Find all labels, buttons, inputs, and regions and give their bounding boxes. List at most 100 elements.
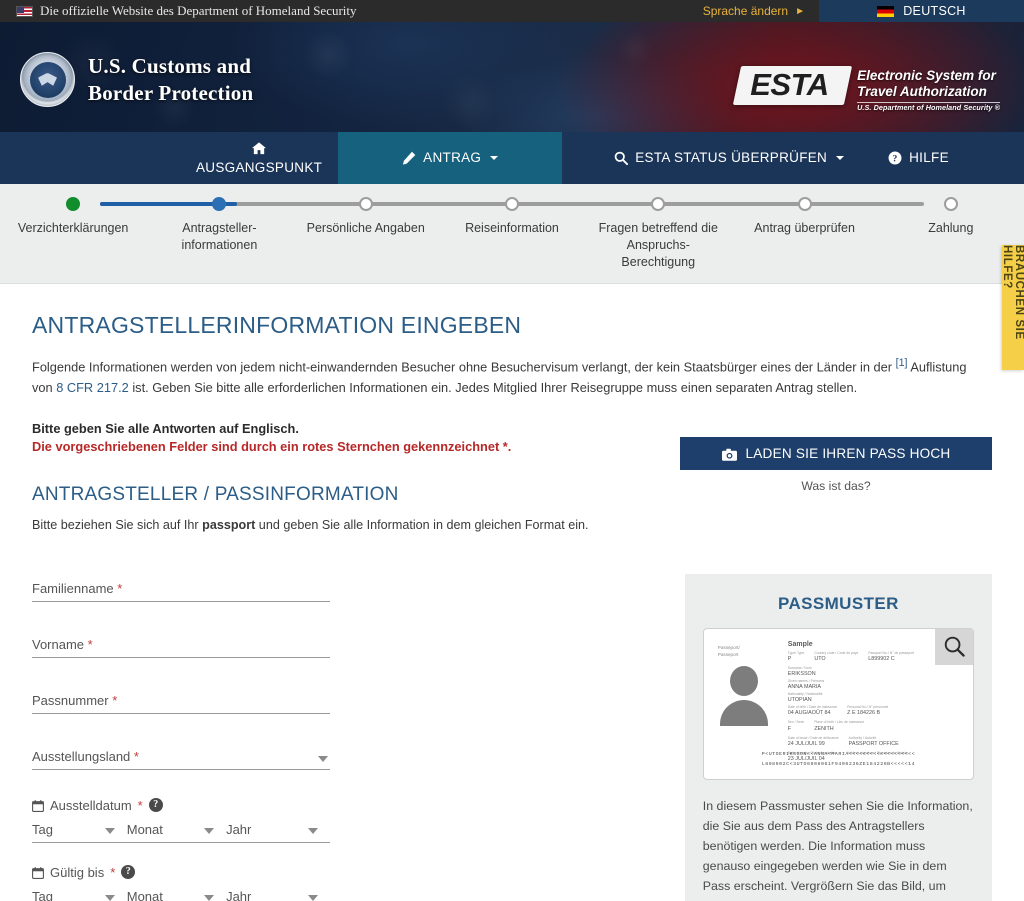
passport-sample-image[interactable]: Passeport/ Passeport Sample Type/ Type P…	[702, 627, 974, 780]
form-col-left-2: Passnummer *	[32, 686, 356, 742]
current-language-selector[interactable]: DEUTSCH	[819, 0, 1024, 22]
nav-item-check-status[interactable]: ESTA STATUS ÜBERPRÜFEN	[592, 132, 866, 184]
passport-value: UTO	[814, 655, 826, 662]
question-mark-icon[interactable]: ?	[148, 798, 163, 813]
esta-tagline: Electronic System for Travel Authorizati…	[857, 66, 1000, 113]
esta-logo[interactable]: ESTA Electronic System for Travel Author…	[732, 66, 1000, 113]
step-label: Persönliche Angaben	[306, 221, 425, 235]
chevron-down-icon	[104, 827, 115, 834]
progress-step-eligibility[interactable]: Fragen betreffend die Anspruchs-Berechti…	[585, 184, 731, 271]
nav-item-check-status-label: ESTA STATUS ÜBERPRÜFEN	[635, 149, 828, 165]
question-mark-icon[interactable]: ?	[121, 865, 136, 880]
family-name-label: Familienname *	[32, 580, 123, 596]
passport-row: Date of issue / Date de délivrance 24 JU…	[788, 736, 963, 749]
passport-value: ERIKSSON	[787, 671, 816, 678]
field-issuing-country: Ausstellungsland *	[32, 742, 330, 770]
chevron-down-icon	[104, 894, 115, 901]
section-sub-part2: und geben Sie alle Information in dem gl…	[255, 517, 589, 532]
issuing-country-select[interactable]: Ausstellungsland *	[32, 742, 330, 770]
cfr-link[interactable]: 8 CFR 217.2	[56, 380, 129, 395]
step-label: Verzichterklärungen	[17, 221, 129, 235]
camera-icon	[721, 446, 737, 461]
intro-text-part1: Folgende Informationen werden von jedem …	[32, 359, 896, 375]
expiry-date-day-value: Tag	[32, 888, 53, 901]
main-navigation: AUSGANGSPUNKT ANTRAG ESTA STATUS ÜBERPRÜ…	[0, 132, 1024, 184]
passport-data-column: Sample Type/ Type P Country code / Code …	[788, 641, 963, 767]
passport-field-passport-no: Passport No./ N° de passeport L899902 C	[868, 651, 914, 664]
german-flag-icon	[877, 5, 895, 17]
step-label: Zahlung	[928, 221, 974, 235]
intro-paragraph: Folgende Informationen werden von jedem …	[32, 355, 984, 399]
form-col-left-1: Familienname *	[32, 574, 356, 630]
passport-number-input[interactable]: Passnummer *	[32, 686, 330, 714]
upload-passport-box: LADEN SIE IHREN PASS HOCH Was ist das?	[680, 437, 992, 495]
intro-text-part3: ist. Geben Sie bitte alle erforderlichen…	[128, 379, 858, 395]
field-expiry-date: Gültig bis * ? Tag Monat Jahr	[32, 865, 330, 901]
passport-value: 24 JUL/JUIL 99	[787, 740, 825, 747]
field-family-name: Familienname *	[32, 574, 330, 602]
expiry-date-label: Gültig bis	[50, 864, 105, 880]
chevron-down-icon	[318, 755, 328, 762]
passport-value: 04 AUG/AOÛT 84	[787, 710, 831, 717]
note-answer-in-english: Bitte geben Sie alle Antworten auf Engli…	[32, 420, 299, 436]
chevron-down-icon	[204, 827, 215, 834]
form-col-right-2: Ausstellungsland *	[32, 742, 356, 798]
progress-steps: Verzichterklärungen Antragsteller-inform…	[0, 184, 1024, 271]
chevron-down-icon	[836, 156, 845, 160]
dhs-seal-icon	[20, 52, 75, 107]
progress-step-applicant-info[interactable]: Antragsteller-informationen	[146, 184, 292, 271]
section-sub-bold: passport	[202, 517, 256, 532]
progress-step-review[interactable]: Antrag überprüfen	[731, 184, 877, 271]
passport-field-date-of-issue: Date of issue / Date de délivrance 24 JU…	[788, 736, 839, 749]
esta-wordmark-box: ESTA	[732, 66, 853, 105]
expiry-date-month-select[interactable]: Monat	[127, 889, 226, 901]
passport-mrz-line1: P<UTOERIKSSON<<ANNA<MARIA<<<<<<<<<<<<<<<…	[761, 752, 916, 758]
gov-top-bar: Die offizielle Website des Department of…	[0, 0, 1024, 22]
step-dot	[504, 197, 519, 211]
nav-item-application[interactable]: ANTRAG	[338, 132, 563, 184]
passport-field-given-names: Given names / Prénoms ANNA MARIA	[788, 679, 963, 692]
issue-date-month-select[interactable]: Monat	[127, 822, 226, 837]
nav-item-help[interactable]: ? HILFE	[866, 132, 971, 184]
svg-text:?: ?	[893, 154, 898, 165]
progress-step-travel-info[interactable]: Reiseinformation	[439, 184, 585, 271]
passport-value: PASSPORT OFFICE	[848, 740, 899, 747]
passport-sample-description: In diesem Passmuster sehen Sie die Infor…	[702, 798, 973, 901]
issue-date-selects: Tag Monat Jahr	[32, 822, 330, 843]
cbp-brand[interactable]: U.S. Customs and Border Protection	[20, 52, 253, 107]
progress-step-personal-info[interactable]: Persönliche Angaben	[293, 184, 439, 271]
issue-date-year-select[interactable]: Jahr	[226, 822, 330, 837]
step-dot	[212, 197, 227, 211]
family-name-input[interactable]: Familienname *	[32, 574, 330, 602]
step-dot	[943, 197, 958, 211]
esta-wordmark: ESTA	[749, 67, 829, 102]
need-help-tab[interactable]: BRAUCHEN SIE HILFE?	[1001, 245, 1024, 370]
play-arrow-icon: ►	[795, 5, 805, 17]
home-icon	[252, 139, 267, 157]
passport-value: UTOPIAN	[787, 697, 812, 704]
passport-sample-panel: PASSMUSTER Passeport/ Passeport Sample T…	[684, 573, 992, 901]
change-language-button[interactable]: Sprache ändern ►	[689, 4, 819, 18]
what-is-this-link[interactable]: Was ist das?	[801, 479, 870, 493]
progress-step-waivers[interactable]: Verzichterklärungen	[0, 184, 146, 271]
chevron-down-icon	[308, 827, 318, 834]
first-name-label: Vorname *	[32, 636, 93, 652]
esta-tagline-line2: Travel Authorization	[857, 83, 987, 99]
issue-date-day-value: Tag	[32, 821, 53, 837]
first-name-input[interactable]: Vorname *	[32, 630, 330, 658]
progress-stepper: Verzichterklärungen Antragsteller-inform…	[0, 184, 1024, 284]
passport-field-sex: Sex / Sexe F	[788, 720, 804, 733]
current-language-label: DEUTSCH	[903, 4, 966, 18]
person-silhouette-icon	[718, 664, 770, 727]
nav-item-home[interactable]: AUSGANGSPUNKT	[180, 132, 338, 184]
passport-row: Date of birth / Date de naissance 04 AUG…	[788, 705, 963, 718]
expiry-date-year-select[interactable]: Jahr	[226, 889, 330, 901]
expiry-date-day-select[interactable]: Tag	[32, 889, 127, 901]
issue-date-day-select[interactable]: Tag	[32, 822, 127, 837]
passport-type-label-line2: Passeport	[717, 651, 739, 657]
passport-key: Place of birth / Lieu de naissance	[814, 720, 865, 725]
question-circle-icon: ?	[888, 149, 902, 167]
footnote-link[interactable]: [1]	[896, 357, 908, 369]
applicant-form: Familienname * Vorname * Passnummer * Au…	[32, 573, 992, 901]
upload-passport-button[interactable]: LADEN SIE IHREN PASS HOCH	[680, 437, 992, 470]
